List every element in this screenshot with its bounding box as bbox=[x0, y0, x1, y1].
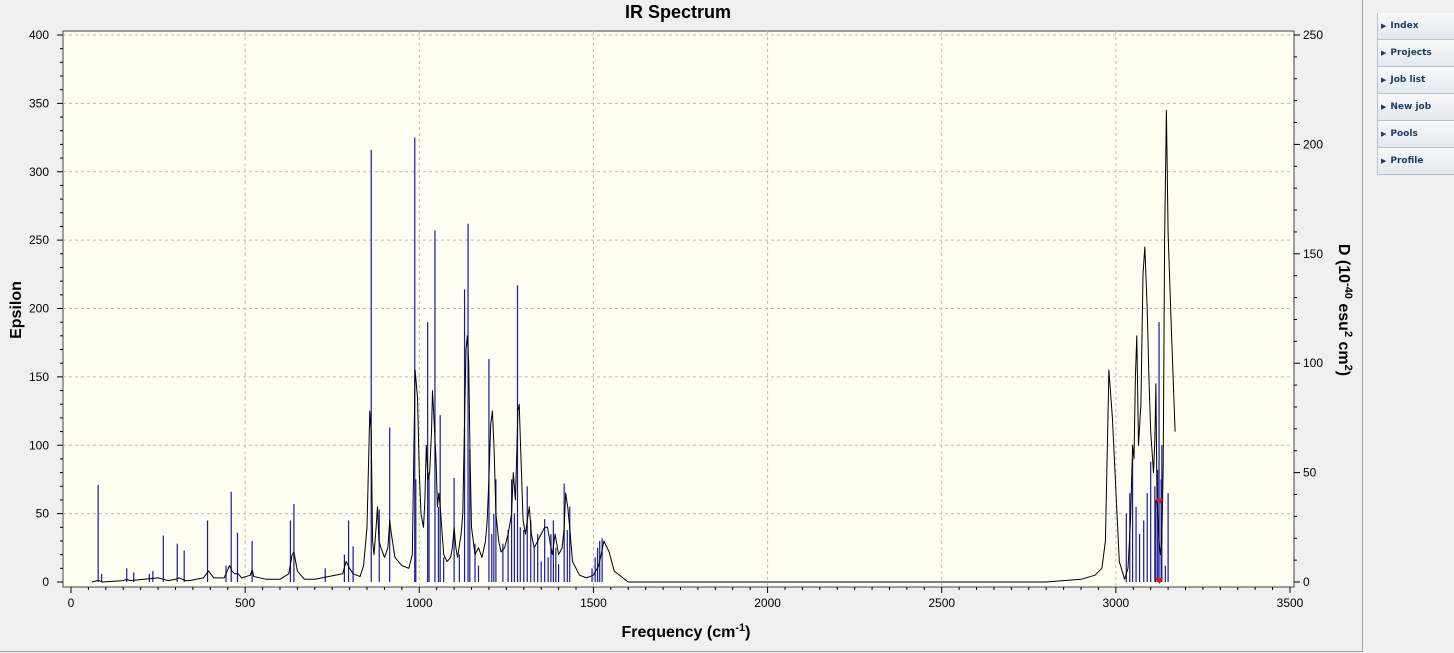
nav-item-label: Projects bbox=[1390, 48, 1432, 58]
nav-item-label: New job bbox=[1390, 102, 1432, 112]
x-tick-label: 1500 bbox=[580, 596, 607, 610]
y-axis-label: Epsilon bbox=[8, 281, 25, 339]
ir-spectrum-chart-panel: IR Spectrum 0 500 1000 1500 2000 2500 3000 3500… bbox=[0, 0, 1363, 652]
y2-axis-label: D (10-40 esu2 cm2) bbox=[1335, 244, 1354, 376]
ir-spectrum-chart: IR Spectrum 0 500 1000 1500 2000 2500 3000 3500… bbox=[8, 2, 1354, 641]
y-tick-label: 200 bbox=[29, 302, 49, 316]
nav-item-job-list[interactable]: ▶ Job list bbox=[1378, 67, 1454, 94]
side-navigation: ▶ Index ▶ Projects ▶ Job list ▶ New job ▶ Pools ▶ P… bbox=[1377, 13, 1454, 175]
y-tick-label: 150 bbox=[29, 370, 49, 384]
x-axis-label: Frequency (cm-1) bbox=[622, 622, 751, 641]
nav-item-label: Job list bbox=[1390, 75, 1426, 85]
triangle-right-icon: ▶ bbox=[1381, 157, 1387, 165]
triangle-right-icon: ▶ bbox=[1381, 76, 1387, 84]
y2-tick-label: 100 bbox=[1303, 356, 1323, 370]
y-tick-label: 50 bbox=[36, 507, 50, 521]
y-tick-label: 350 bbox=[29, 96, 49, 110]
nav-item-index[interactable]: ▶ Index bbox=[1378, 13, 1454, 40]
nav-item-profile[interactable]: ▶ Profile bbox=[1378, 148, 1454, 175]
nav-item-label: Profile bbox=[1390, 156, 1424, 166]
x-tick-label: 2000 bbox=[754, 596, 781, 610]
nav-item-new-job[interactable]: ▶ New job bbox=[1378, 94, 1454, 121]
y-axis-right: 0 50 100 150 200 250 bbox=[1294, 28, 1323, 589]
chart-title: IR Spectrum bbox=[625, 2, 731, 22]
nav-item-projects[interactable]: ▶ Projects bbox=[1378, 40, 1454, 67]
y2-tick-label: 50 bbox=[1303, 466, 1317, 480]
nav-item-pools[interactable]: ▶ Pools bbox=[1378, 121, 1454, 148]
x-tick-label: 1000 bbox=[406, 596, 433, 610]
triangle-right-icon: ▶ bbox=[1381, 22, 1387, 30]
x-tick-label: 3000 bbox=[1103, 596, 1130, 610]
x-tick-label: 0 bbox=[68, 596, 75, 610]
x-tick-label: 3500 bbox=[1277, 596, 1304, 610]
y2-tick-label: 0 bbox=[1303, 575, 1310, 589]
y-axis-left: 0 50 100 150 200 250 300 350 400 bbox=[29, 28, 63, 589]
x-tick-label: 2500 bbox=[928, 596, 955, 610]
y-tick-label: 300 bbox=[29, 165, 49, 179]
triangle-right-icon: ▶ bbox=[1381, 130, 1387, 138]
y-tick-label: 0 bbox=[42, 575, 49, 589]
x-axis: 0 500 1000 1500 2000 2500 3000 3500 bbox=[68, 587, 1304, 610]
y-tick-label: 100 bbox=[29, 438, 49, 452]
triangle-right-icon: ▶ bbox=[1381, 49, 1387, 57]
y-tick-label: 400 bbox=[29, 28, 49, 42]
y-tick-label: 250 bbox=[29, 233, 49, 247]
nav-item-label: Pools bbox=[1390, 129, 1418, 139]
y2-tick-label: 200 bbox=[1303, 137, 1323, 151]
triangle-right-icon: ▶ bbox=[1381, 103, 1387, 111]
y2-tick-label: 150 bbox=[1303, 247, 1323, 261]
x-tick-label: 500 bbox=[235, 596, 255, 610]
y2-tick-label: 250 bbox=[1303, 28, 1323, 42]
nav-item-label: Index bbox=[1390, 21, 1419, 31]
